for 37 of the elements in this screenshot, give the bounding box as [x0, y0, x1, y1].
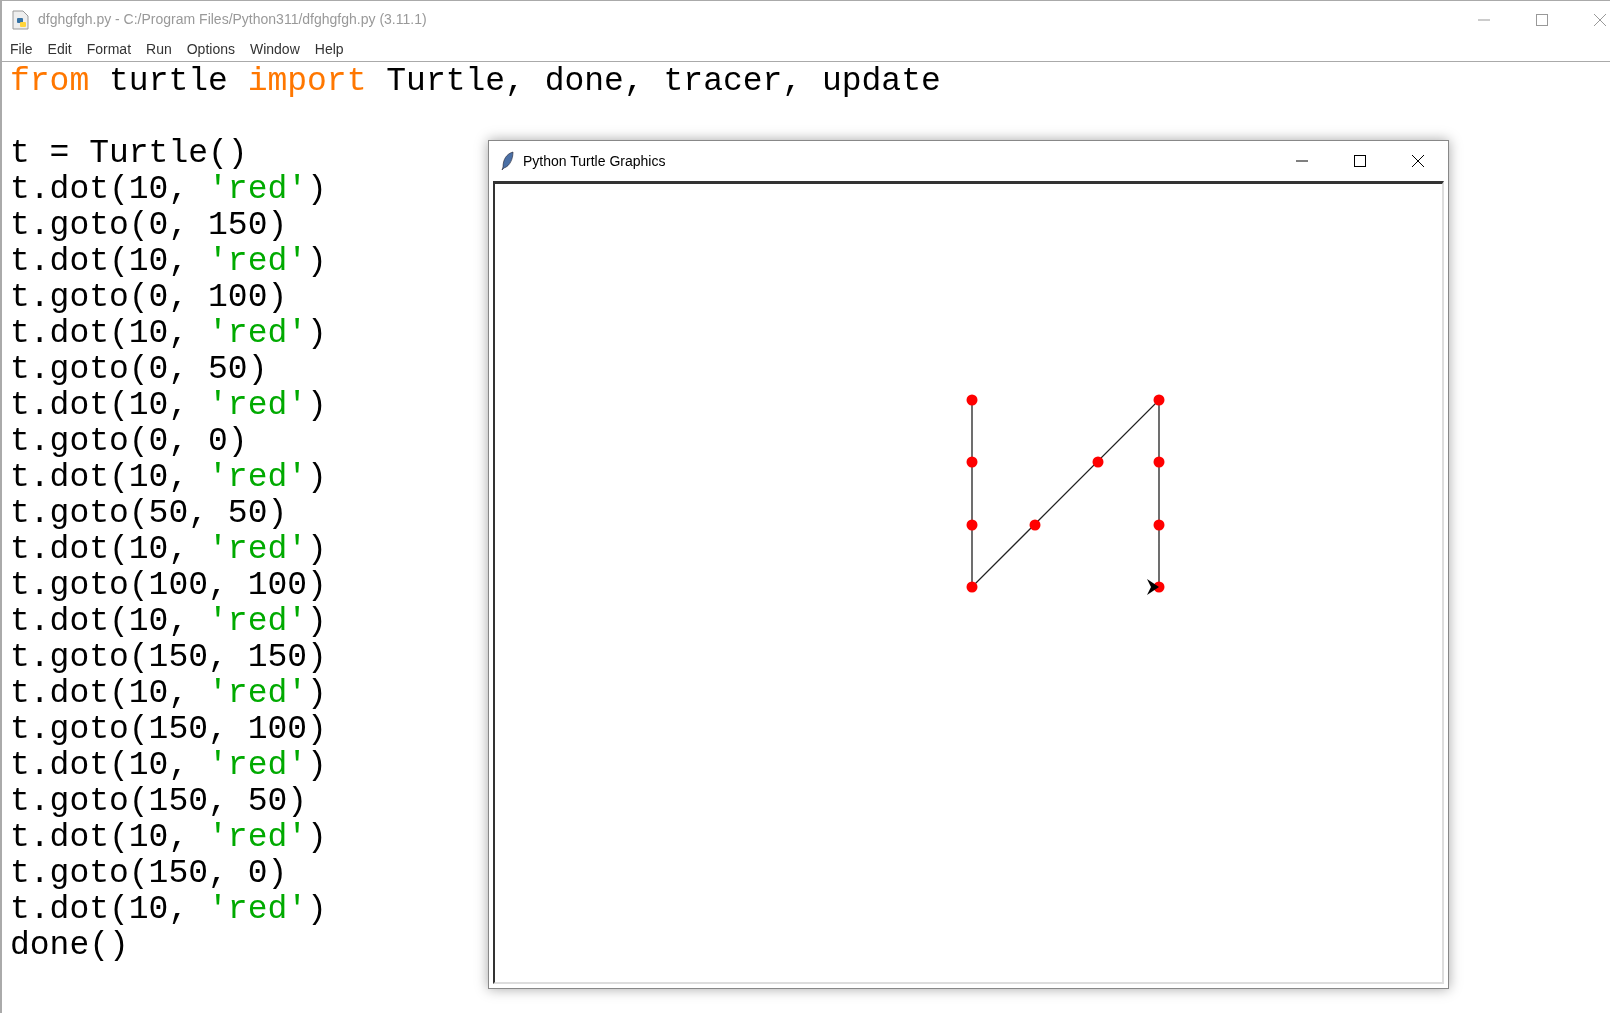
- menu-item[interactable]: Format: [86, 39, 132, 60]
- code-line: t.dot(10, 'red'): [10, 316, 327, 352]
- menu-item[interactable]: Edit: [47, 39, 72, 60]
- menu-item[interactable]: File: [10, 39, 33, 60]
- code-line: done(): [10, 928, 129, 964]
- window-title: dfghgfgh.py - C:/Program Files/Python311/dfghgfgh.py (3.11.1): [38, 10, 427, 29]
- code-line: t.dot(10, 'red'): [10, 532, 327, 568]
- code-line: t.dot(10, 'red'): [10, 820, 327, 856]
- code-line: t.goto(150, 100): [10, 712, 327, 748]
- code-line: t.dot(10, 'red'): [10, 892, 327, 928]
- menu-item[interactable]: Window: [249, 39, 300, 60]
- code-line: t.dot(10, 'red'): [10, 244, 327, 280]
- code-line: t.dot(10, 'red'): [10, 748, 327, 784]
- maximize-icon[interactable]: [1354, 155, 1366, 167]
- code-line: t = Turtle(): [10, 136, 248, 172]
- menu-item[interactable]: Help: [314, 39, 344, 60]
- close-icon[interactable]: [1412, 155, 1424, 167]
- code-line: t.goto(100, 100): [10, 568, 327, 604]
- code-line: t.dot(10, 'red'): [10, 172, 327, 208]
- code-line: t.dot(10, 'red'): [10, 676, 327, 712]
- code-line: t.goto(0, 100): [10, 280, 288, 316]
- menu-item[interactable]: Options: [186, 39, 235, 60]
- code-line: t.goto(50, 50): [10, 496, 288, 532]
- code-line: t.dot(10, 'red'): [10, 388, 327, 424]
- code-line: t.goto(150, 150): [10, 640, 327, 676]
- feather-icon: [501, 151, 515, 171]
- code-line: from turtle import Turtle, done, tracer, update: [10, 64, 941, 100]
- menu-item[interactable]: Run: [146, 39, 172, 60]
- code-line: t.goto(0, 0): [10, 424, 248, 460]
- code-line: t.goto(150, 0): [10, 856, 288, 892]
- code-line: t.dot(10, 'red'): [10, 604, 327, 640]
- code-line: t.goto(0, 150): [10, 208, 288, 244]
- code-line: t.dot(10, 'red'): [10, 460, 327, 496]
- window-title: Python Turtle Graphics: [523, 151, 666, 171]
- python-file-icon: [12, 9, 30, 30]
- code-line: t.goto(150, 50): [10, 784, 308, 820]
- code-line: t.goto(0, 50): [10, 352, 268, 388]
